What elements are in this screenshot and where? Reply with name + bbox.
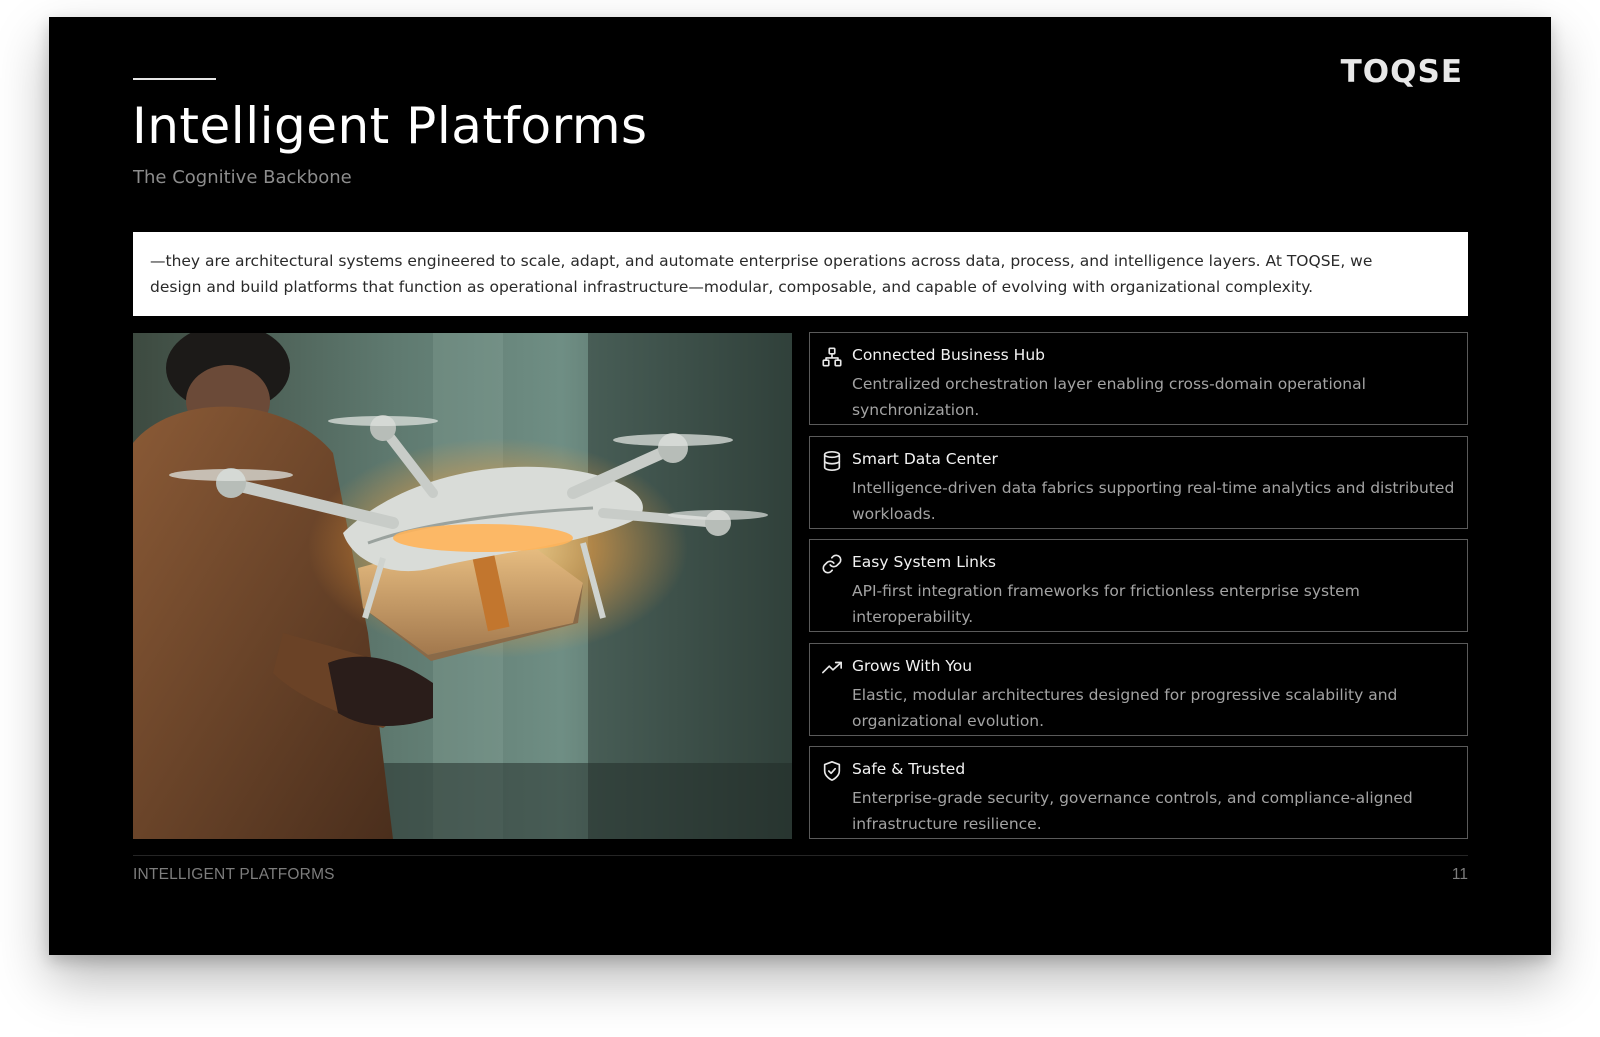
presentation-slide: TOQSE Intelligent Platforms The Cognitiv… bbox=[49, 17, 1551, 955]
database-icon bbox=[823, 450, 841, 471]
feature-title: Connected Business Hub bbox=[852, 346, 1045, 364]
hierarchy-icon bbox=[822, 347, 842, 367]
shield-check-icon bbox=[823, 761, 841, 781]
title-accent-line bbox=[133, 78, 216, 80]
footer-divider bbox=[133, 855, 1468, 856]
feature-description: Enterprise-grade security, governance co… bbox=[852, 789, 1413, 833]
feature-card-easy-system-links: Easy System Links API-first integration … bbox=[809, 539, 1468, 632]
feature-title: Safe & Trusted bbox=[852, 760, 966, 778]
feature-description: API-first integration frameworks for fri… bbox=[852, 582, 1360, 626]
features-list: Connected Business Hub Centralized orche… bbox=[809, 332, 1468, 850]
feature-card-safe-and-trusted: Safe & Trusted Enterprise-grade security… bbox=[809, 746, 1468, 839]
trending-up-icon bbox=[822, 661, 842, 673]
link-icon bbox=[822, 554, 842, 574]
intro-text-box: —they are architectural systems engineer… bbox=[133, 232, 1468, 316]
feature-card-connected-business-hub: Connected Business Hub Centralized orche… bbox=[809, 332, 1468, 425]
slide-title: Intelligent Platforms bbox=[132, 97, 648, 155]
feature-title: Smart Data Center bbox=[852, 449, 998, 468]
brand-logo: TOQSE bbox=[1340, 54, 1463, 90]
feature-description: Elastic, modular architectures designed … bbox=[852, 685, 1398, 730]
feature-title: Grows With You bbox=[852, 656, 973, 675]
feature-title: Easy System Links bbox=[852, 553, 997, 571]
slide-subtitle: The Cognitive Backbone bbox=[133, 167, 352, 188]
footer-section-label: INTELLIGENT PLATFORMS bbox=[133, 866, 335, 883]
feature-description: Centralized orchestration layer enabling… bbox=[852, 375, 1366, 419]
page-number: 11 bbox=[1451, 866, 1468, 883]
feature-card-grows-with-you: Grows With You Elastic, modular architec… bbox=[809, 642, 1468, 736]
drone-delivery-photo bbox=[133, 333, 792, 839]
feature-description: Intelligence-driven data fabrics support… bbox=[852, 478, 1455, 523]
feature-card-smart-data-center: Smart Data Center Intelligence-driven da… bbox=[809, 435, 1468, 529]
drone-delivery-illustration bbox=[133, 333, 792, 839]
